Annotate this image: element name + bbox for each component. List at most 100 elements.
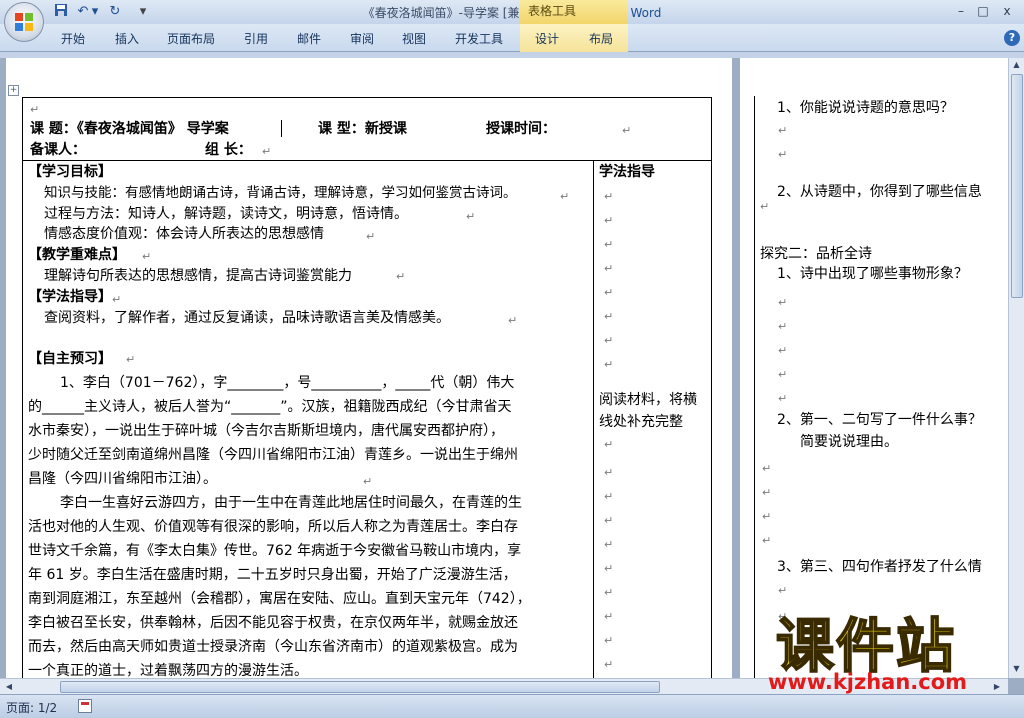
vertical-scroll-thumb[interactable]	[1011, 74, 1023, 298]
line-12[interactable]: 的______主义诗人，被后人誉为“_______”。汉族，祖籍陇西成纪（今甘肃…	[28, 397, 512, 417]
paragraph-mark: ↵	[762, 534, 772, 547]
section-2-heading[interactable]: 探究二：品析全诗	[760, 244, 872, 264]
question-3[interactable]: 1、诗中出现了哪些事物形象？	[777, 264, 968, 284]
proofing-status-icon[interactable]	[78, 699, 92, 713]
paragraph-mark: ↵	[604, 634, 614, 647]
paragraph-mark: ↵	[560, 190, 570, 203]
line-5[interactable]: 【教学重难点】	[28, 245, 126, 265]
paragraph-mark: ↵	[778, 584, 788, 597]
line-7[interactable]: 【学法指导】	[28, 287, 112, 307]
line-14[interactable]: 少时随父迁至剑南道绵州昌隆（今四川省绵阳市江油）青莲乡。一说出生于绵州	[28, 445, 518, 465]
vertical-scrollbar[interactable]: ▲ ▼	[1008, 58, 1024, 678]
tab-home[interactable]: 开始	[61, 30, 85, 47]
paragraph-mark: ↵	[604, 334, 614, 347]
ribbon-tabs: 开始 插入 页面布局 引用 邮件 审阅 视图 开发工具 设计 布局	[0, 24, 1024, 52]
close-button[interactable]: x	[996, 2, 1018, 20]
tab-page-layout[interactable]: 页面布局	[167, 30, 215, 47]
document-area[interactable]	[0, 58, 1008, 678]
course-type[interactable]: 课 型：新授课	[318, 119, 407, 139]
help-icon[interactable]: ?	[1004, 30, 1020, 46]
paragraph-mark: ↵	[604, 658, 614, 671]
tab-view[interactable]: 视图	[402, 30, 426, 47]
paragraph-mark: ↵	[262, 145, 272, 158]
side-note-line1[interactable]: 阅读材料，将横	[599, 390, 697, 410]
tab-insert[interactable]: 插入	[115, 30, 139, 47]
line-1[interactable]: 【学习目标】	[28, 162, 112, 182]
right-page-table-border	[754, 96, 755, 678]
teach-time[interactable]: 授课时间：	[486, 119, 556, 139]
office-button[interactable]	[4, 2, 44, 42]
side-heading[interactable]: 学法指导	[599, 162, 655, 182]
line-10[interactable]: 【自主预习】	[28, 349, 112, 369]
paragraph-mark: ↵	[604, 310, 614, 323]
scroll-up-icon[interactable]: ▲	[1009, 58, 1024, 72]
paragraph-mark: ↵	[604, 238, 614, 251]
line-13[interactable]: 水市秦安），一说出生于碎叶城（今吉尔吉斯斯坦境内，唐代属安西都护府），	[28, 421, 504, 441]
horizontal-scroll-thumb[interactable]	[60, 681, 660, 693]
tab-review[interactable]: 审阅	[350, 30, 374, 47]
line-4[interactable]: 情感态度价值观：体会诗人所表达的思想感情	[44, 224, 324, 244]
tab-developer[interactable]: 开发工具	[455, 30, 503, 47]
watermark-url: www.kjzhan.com	[768, 670, 968, 694]
prep-person[interactable]: 备课人：	[30, 140, 86, 160]
question-2[interactable]: 2、从诗题中，你得到了哪些信息	[777, 182, 982, 202]
paragraph-mark: ↵	[778, 344, 788, 357]
scroll-down-icon[interactable]: ▼	[1009, 662, 1024, 676]
paragraph-mark: ↵	[778, 320, 788, 333]
line-16[interactable]: 李白一生喜好云游四方，由于一生中在青莲此地居住时间最久，在青莲的生	[60, 493, 522, 513]
paragraph-mark: ↵	[466, 210, 476, 223]
text-cursor	[281, 120, 282, 137]
line-3[interactable]: 过程与方法：知诗人，解诗题，读诗文，明诗意，悟诗情。	[44, 204, 408, 224]
paragraph-mark: ↵	[778, 148, 788, 161]
minimize-button[interactable]: –	[950, 2, 972, 20]
paragraph-mark: ↵	[778, 124, 788, 137]
paragraph-mark: ↵	[112, 293, 122, 306]
scroll-left-icon[interactable]: ◀	[2, 680, 16, 694]
paragraph-mark: ↵	[778, 296, 788, 309]
line-17[interactable]: 活也对他的人生观、价值观等有很深的影响，所以后人称之为青莲居士。李白存	[28, 517, 518, 537]
paragraph-mark: ↵	[604, 358, 614, 371]
status-page-count[interactable]: 页面: 1/2	[6, 699, 57, 716]
question-1[interactable]: 1、你能说说诗题的意思吗？	[777, 98, 954, 118]
line-15[interactable]: 昌隆（今四川省绵阳市江油）。	[28, 469, 217, 489]
paragraph-mark: ↵	[604, 262, 614, 275]
course-title[interactable]: 课 题：《春夜洛城闻笛》 导学案	[30, 119, 229, 139]
status-bar: 页面: 1/2	[0, 694, 1024, 718]
paragraph-mark: ↵	[604, 490, 614, 503]
table-tools-label: 表格工具	[520, 0, 628, 24]
line-11[interactable]: 1、李白（701－762），字________，号__________，____…	[60, 373, 514, 393]
table-border-top	[22, 97, 712, 98]
paragraph-mark: ↵	[30, 103, 40, 116]
paragraph-mark: ↵	[778, 392, 788, 405]
paragraph-mark: ↵	[762, 510, 772, 523]
question-4-note[interactable]: 简要说说理由。	[800, 432, 898, 452]
paragraph-mark: ↵	[604, 610, 614, 623]
maximize-button[interactable]: □	[972, 2, 994, 20]
tab-mailings[interactable]: 邮件	[297, 30, 321, 47]
document-page-1[interactable]	[6, 58, 732, 678]
question-4[interactable]: 2、第一、二句写了一件什么事？	[777, 410, 982, 430]
line-22[interactable]: 而去，然后由高天师如贵道士授录济南（今山东省济南市）的道观紫极宫。成为	[28, 637, 518, 657]
line-18[interactable]: 世诗文千余篇，有《李太白集》传世。762 年病逝于今安徽省马鞍山市境内，享	[28, 541, 521, 561]
group-leader[interactable]: 组 长：	[205, 140, 252, 160]
scroll-right-icon[interactable]: ▶	[990, 680, 1004, 694]
paragraph-mark: ↵	[604, 286, 614, 299]
tab-design[interactable]: 设计	[535, 30, 559, 47]
tab-references[interactable]: 引用	[244, 30, 268, 47]
line-8[interactable]: 查阅资料，了解作者，通过反复诵读，品味诗歌语言美及情感美。	[44, 308, 450, 328]
line-19[interactable]: 年 61 岁。李白生活在盛唐时期，二十五岁时只身出蜀，开始了广泛漫游生活，	[28, 565, 517, 585]
line-2[interactable]: 知识与技能：有感情地朗诵古诗，背诵古诗，理解诗意，学习如何鉴赏古诗词。	[44, 183, 517, 203]
paragraph-mark: ↵	[604, 562, 614, 575]
line-21[interactable]: 李白被召至长安，供奉翰林，后因不能见容于权贵，在京仅两年半，就赐金放还	[28, 613, 518, 633]
paragraph-mark: ↵	[778, 368, 788, 381]
line-6[interactable]: 理解诗句所表达的思想感情，提高古诗词鉴赏能力	[44, 266, 352, 286]
paragraph-mark: ↵	[396, 270, 406, 283]
tab-layout[interactable]: 布局	[589, 30, 613, 47]
line-20[interactable]: 南到洞庭湘江，东至越州（会稽郡），寓居在安陆、应山。直到天宝元年（742），	[28, 589, 531, 609]
paragraph-mark: ↵	[604, 190, 614, 203]
paragraph-mark: ↵	[762, 486, 772, 499]
table-move-handle-icon[interactable]: +	[8, 85, 19, 96]
side-note-line2[interactable]: 线处补充完整	[599, 412, 683, 432]
paragraph-mark: ↵	[604, 586, 614, 599]
question-5[interactable]: 3、第三、四句作者抒发了什么情	[777, 557, 982, 577]
